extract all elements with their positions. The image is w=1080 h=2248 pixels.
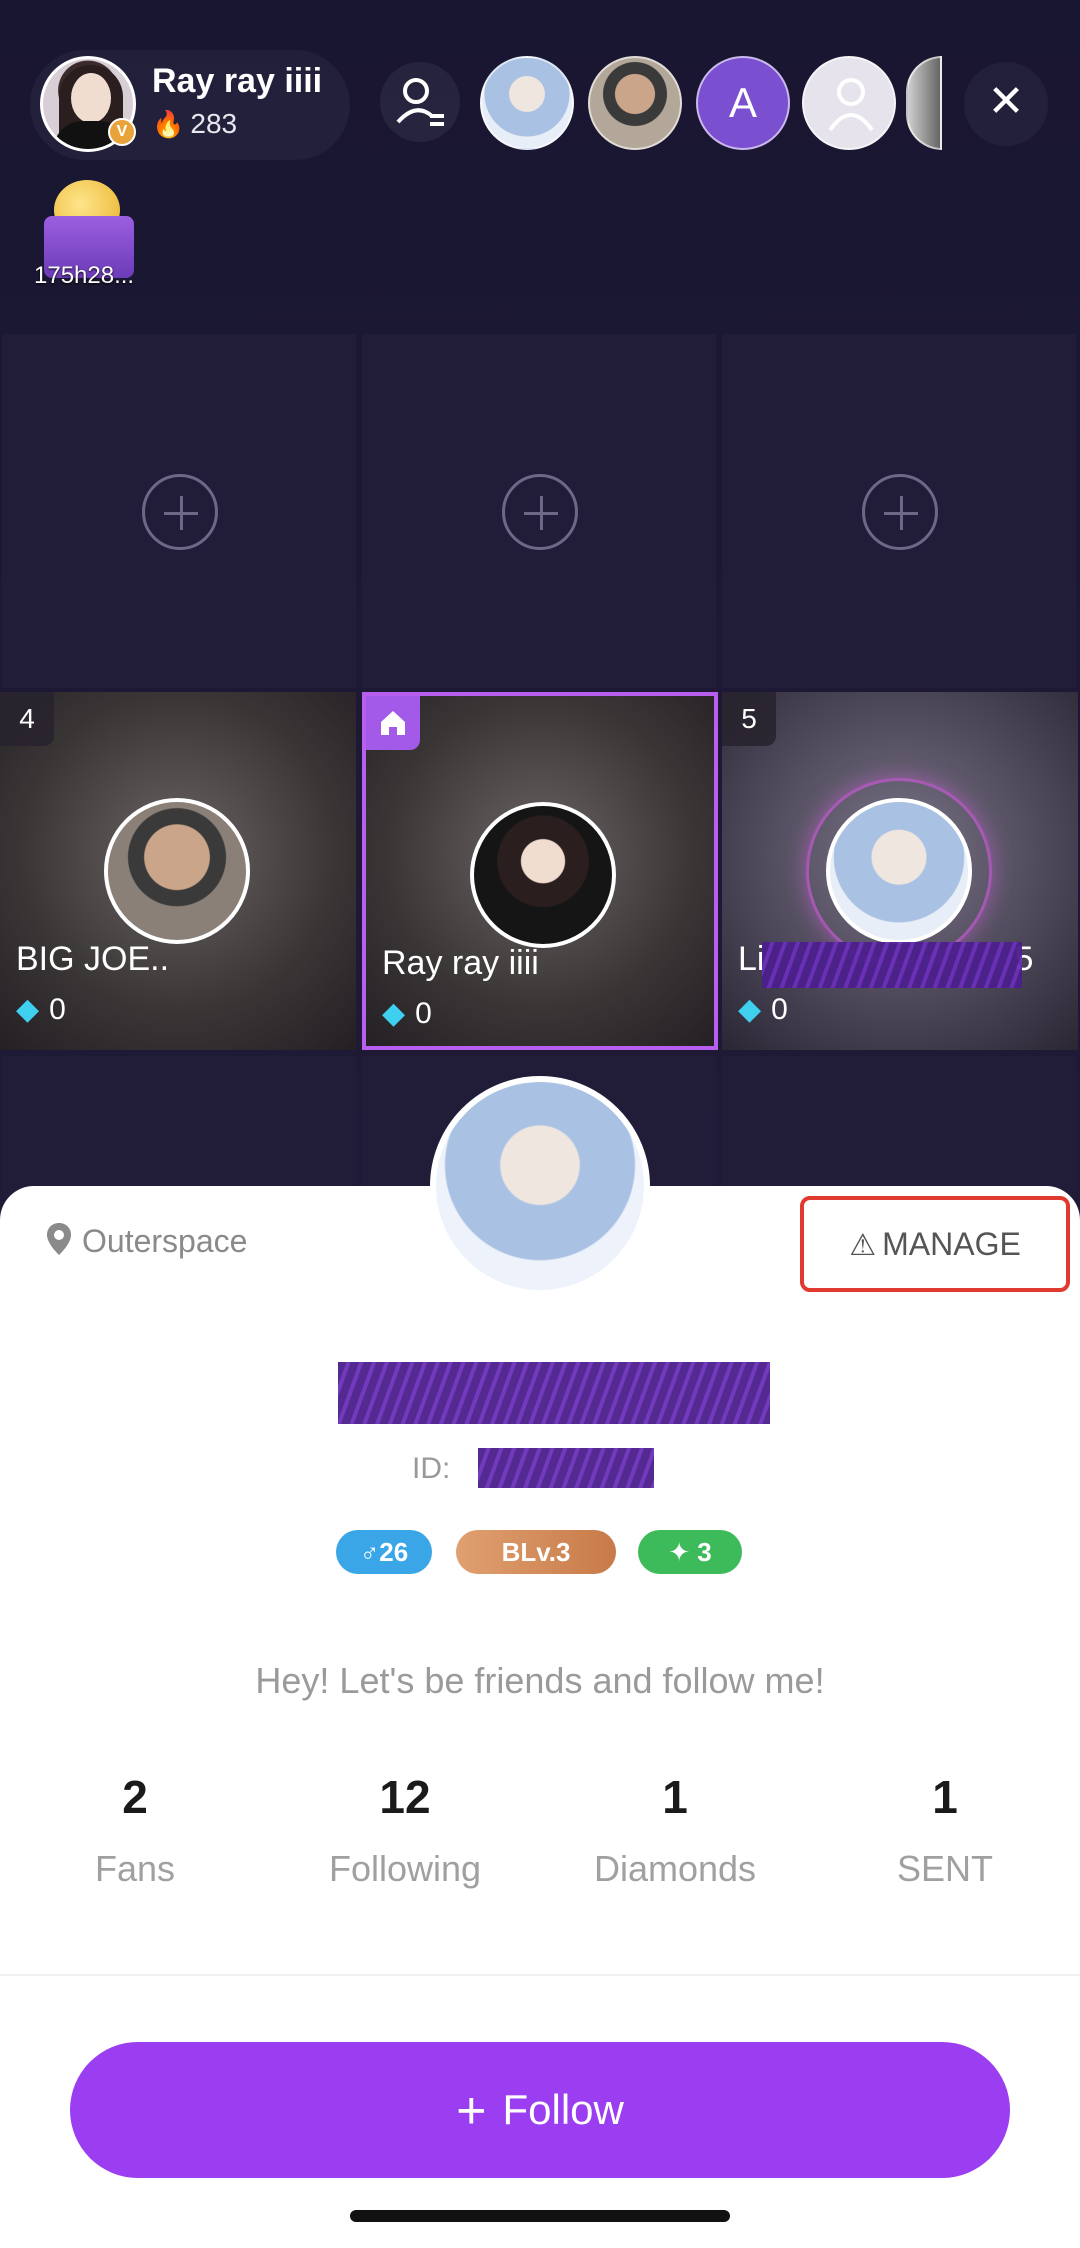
star-badge: ✦ 3 [638,1530,742,1574]
verified-badge-icon: V [108,118,136,146]
default-user-icon [828,78,874,132]
diamond-icon: ◆ [738,993,762,1026]
seat-4[interactable]: 4 BIG JOE.. ◆ 0 [0,692,356,1050]
seat-avatar[interactable] [104,798,250,944]
viewer-avatar[interactable]: A [696,56,790,150]
flame-icon: 🔥 [152,109,185,139]
seat-avatar[interactable] [470,802,616,948]
profile-avatar[interactable] [430,1076,650,1296]
redacted-user-id [478,1448,654,1488]
seat-diamond-count: ◆ 0 [738,993,788,1026]
viewer-avatar[interactable] [480,56,574,150]
home-indicator[interactable] [350,2210,730,2222]
empty-seat[interactable] [362,334,716,688]
empty-seat[interactable] [722,1056,1076,1196]
empty-seat[interactable] [2,334,356,688]
add-seat-icon [502,474,578,550]
level-badge: BLv.3 [456,1530,616,1574]
seat-host[interactable]: Ray ray iiii ◆ 0 [362,692,718,1050]
add-seat-icon [142,474,218,550]
seat-diamond-count: ◆ 0 [382,997,432,1030]
profile-stats: 2 Fans 12 Following 1 Diamonds 1 SENT [0,1770,1080,1900]
profile-bio: Hey! Let's be friends and follow me! [255,1660,825,1701]
host-heat-count: 🔥 283 [152,108,238,139]
warning-icon: ⚠ [849,1229,877,1262]
follow-button[interactable]: + Follow [70,2042,1010,2178]
redaction-mark [762,942,1022,988]
empty-seat[interactable] [2,1056,356,1196]
divider [0,1974,1080,1976]
seat-avatar[interactable] [826,798,972,944]
stat-following[interactable]: 12 Following [270,1770,540,1890]
location-pin-icon [47,1223,71,1255]
diamond-icon: ◆ [382,997,406,1030]
seat-user-name: Ray ray iiii [382,944,539,982]
location-label: Outerspace [46,1222,247,1260]
manage-button[interactable]: ⚠ MANAGE [800,1196,1070,1292]
seat-number: 5 [722,692,776,746]
home-icon [366,696,420,750]
user-list-icon [396,78,444,126]
host-name: Ray ray iiii [152,62,323,100]
stat-fans[interactable]: 2 Fans [0,1770,270,1890]
gift-timer-label: 175h28... [34,262,135,289]
close-button[interactable]: ✕ [964,62,1048,146]
viewer-avatar-placeholder[interactable] [802,56,896,150]
audience-list-button[interactable] [380,62,460,142]
seat-number: 4 [0,692,54,746]
stat-diamonds[interactable]: 1 Diamonds [540,1770,810,1890]
viewer-avatar[interactable] [588,56,682,150]
gender-age-badge: ♂26 [336,1530,432,1574]
user-id: ID: [412,1452,451,1485]
seat-diamond-count: ◆ 0 [16,993,66,1026]
stat-sent[interactable]: 1 SENT [810,1770,1080,1890]
diamond-icon: ◆ [16,993,40,1026]
seat-5[interactable]: 5 Li 5 ◆ 0 [722,692,1078,1050]
plus-icon: + [456,2082,487,2140]
add-seat-icon [862,474,938,550]
redacted-username [338,1362,770,1424]
empty-seat[interactable] [722,334,1076,688]
seat-user-name: BIG JOE.. [16,940,170,978]
